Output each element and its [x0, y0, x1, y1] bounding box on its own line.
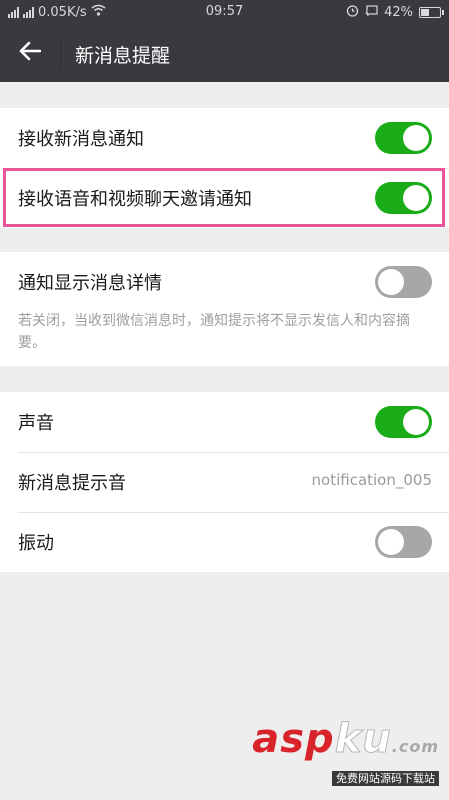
row-receive-new-message[interactable]: 接收新消息通知 [0, 108, 449, 168]
watermark-logo: aspku.com 免费网站源码下载站 [252, 719, 439, 786]
row-vibration[interactable]: 振动 [0, 512, 449, 572]
group-message-notifications: 接收新消息通知 接收语音和视频聊天邀请通知 [0, 108, 449, 228]
row-label: 接收语音和视频聊天邀请通知 [18, 189, 252, 210]
details-description: 若关闭，当收到微信消息时，通知提示将不显示发信人和内容摘要。 [18, 313, 410, 351]
status-right: 42% [346, 4, 444, 21]
row-label: 振动 [18, 533, 54, 554]
battery-icon [419, 7, 444, 18]
row-sound[interactable]: 声音 [0, 392, 449, 452]
cast-icon [365, 4, 378, 21]
page-title: 新消息提醒 [75, 45, 171, 67]
row-show-message-details[interactable]: 通知显示消息详情 [0, 252, 449, 312]
row-voice-video-invite[interactable]: 接收语音和视频聊天邀请通知 [0, 168, 449, 228]
row-label: 声音 [18, 413, 54, 434]
watermark-ku: ku [334, 716, 392, 762]
battery-percent: 42% [384, 5, 413, 20]
watermark-main: aspku.com [252, 719, 439, 767]
row-notification-sound[interactable]: 新消息提示音 notification_005 [0, 452, 449, 512]
receive-new-message-toggle[interactable] [375, 122, 432, 154]
watermark-asp: asp [252, 716, 335, 762]
notification-sound-value: notification_005 [311, 471, 432, 489]
back-button[interactable] [10, 33, 50, 73]
group-message-details: 通知显示消息详情 若关闭，当收到微信消息时，通知提示将不显示发信人和内容摘要。 [0, 252, 449, 366]
show-message-details-toggle[interactable] [375, 266, 432, 298]
back-arrow-icon [19, 41, 42, 65]
group-sound-vibration: 声音 新消息提示音 notification_005 振动 [0, 392, 449, 572]
watermark-com: .com [391, 737, 439, 756]
sound-toggle[interactable] [375, 406, 432, 438]
watermark-subtitle: 免费网站源码下载站 [332, 771, 439, 786]
status-bar: 0.05K/s 09:57 42% [0, 0, 449, 24]
row-label: 接收新消息通知 [18, 129, 144, 150]
voice-video-invite-toggle[interactable] [375, 182, 432, 214]
title-divider [60, 38, 61, 68]
row-label: 新消息提示音 [18, 473, 126, 494]
row-label: 通知显示消息详情 [18, 273, 162, 294]
title-bar: 新消息提醒 [0, 24, 449, 82]
vibration-toggle[interactable] [375, 526, 432, 558]
alarm-icon [346, 4, 359, 21]
